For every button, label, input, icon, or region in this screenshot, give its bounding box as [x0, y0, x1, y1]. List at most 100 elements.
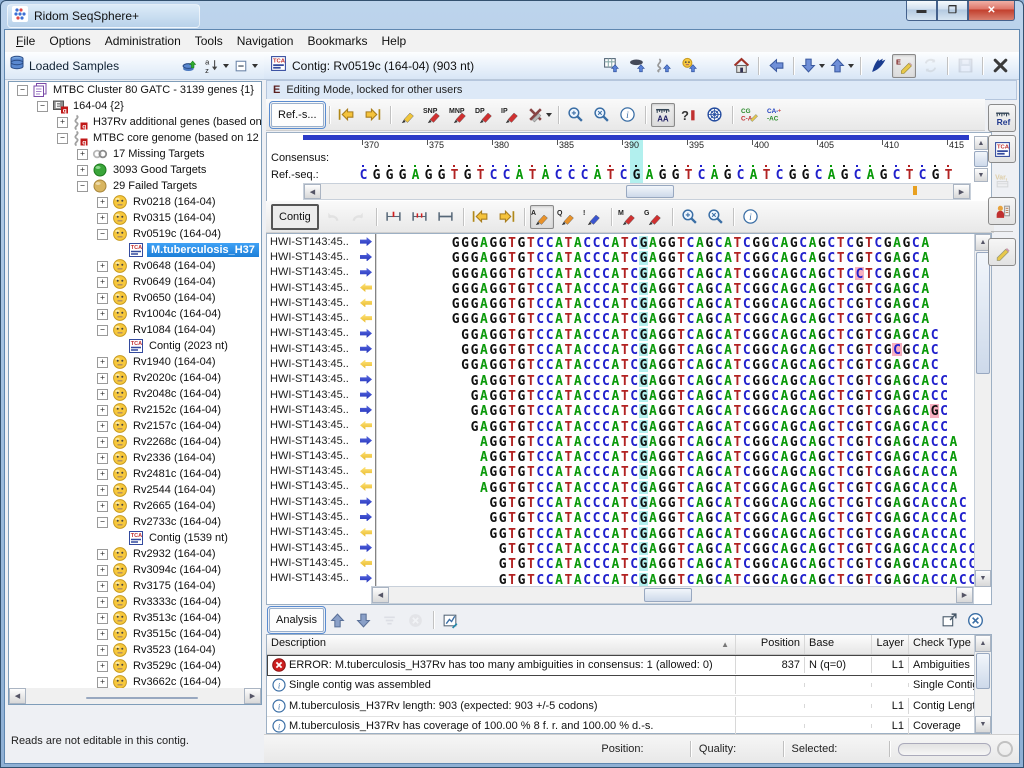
read-row[interactable]: HWI-ST143:45..AGGTGTCCATACCCATCGAGGTCAGC…: [267, 463, 991, 478]
tree-expander-icon[interactable]: +: [97, 549, 108, 560]
read-row[interactable]: HWI-ST143:45..GAGGTGTCCATACCCATCGAGGTCAG…: [267, 402, 991, 417]
read-row[interactable]: HWI-ST143:45..GGGAGGTGTCCATACCCATCGAGGTC…: [267, 234, 991, 249]
read-name[interactable]: HWI-ST143:45..: [267, 448, 377, 463]
scroll-right-icon[interactable]: ▶: [953, 184, 970, 199]
alignment-vertical-scrollbar[interactable]: ▲ ▼: [974, 234, 991, 587]
sync-icon[interactable]: [918, 54, 942, 78]
zoom-out-icon[interactable]: [704, 205, 728, 229]
nav-down-icon[interactable]: [799, 54, 826, 78]
scrollbar-thumb[interactable]: [974, 151, 988, 167]
tree-expander-icon[interactable]: +: [97, 565, 108, 576]
menu-item-bookmarks[interactable]: Bookmarks: [300, 32, 374, 50]
scroll-left-icon[interactable]: ◀: [9, 688, 26, 704]
g-pen-icon[interactable]: G: [643, 205, 667, 229]
a-pen-icon[interactable]: A: [530, 205, 554, 229]
next-diff-icon[interactable]: [361, 103, 385, 127]
read-row[interactable]: HWI-ST143:45..GGAGGTGTCCATACCCATCGAGGTCA…: [267, 326, 991, 341]
tree-expander-icon[interactable]: +: [97, 485, 108, 496]
read-name[interactable]: HWI-ST143:45..: [267, 433, 377, 448]
filter-icon[interactable]: [378, 608, 402, 632]
up-icon[interactable]: [326, 608, 350, 632]
close-icon[interactable]: [988, 54, 1012, 78]
tree-expander-icon[interactable]: +: [97, 389, 108, 400]
ip-pen-icon[interactable]: IP: [500, 103, 524, 127]
analysis-table-row[interactable]: iM.tuberculosis_H37Rv length: 903 (expec…: [267, 696, 991, 717]
menu-item-administration[interactable]: Administration: [98, 32, 188, 50]
tree-item[interactable]: −Rv1084 (164-04): [9, 322, 261, 338]
read-sequence[interactable]: GGGAGGTGTCCATACCCATCGAGGTCAGCATCGGCAGCAG…: [377, 265, 991, 280]
read-row[interactable]: HWI-ST143:45..GAGGTGTCCATACCCATCGAGGTCAG…: [267, 387, 991, 402]
read-name[interactable]: HWI-ST143:45..: [267, 387, 377, 402]
tree-item[interactable]: −Rv2733c (164-04): [9, 514, 261, 530]
read-name[interactable]: HWI-ST143:45..: [267, 356, 377, 371]
consensus-edit-icon[interactable]: CGC-A: [738, 103, 762, 127]
down-icon[interactable]: [352, 608, 376, 632]
tree-item[interactable]: +Rv2048c (164-04): [9, 386, 261, 402]
codon-wheel-icon[interactable]: [703, 103, 727, 127]
table-vertical-scrollbar[interactable]: ▲ ▼: [974, 635, 991, 733]
tree-expander-icon[interactable]: +: [77, 165, 88, 176]
read-name[interactable]: HWI-ST143:45..: [267, 326, 377, 341]
read-row[interactable]: HWI-ST143:45..GGGAGGTGTCCATACCCATCGAGGTC…: [267, 295, 991, 310]
read-sequence[interactable]: GGTGTCCATACCCATCGAGGTCAGCATCGGCAGCAGCTCG…: [377, 494, 991, 509]
menu-item-file[interactable]: File: [9, 32, 42, 50]
read-row[interactable]: HWI-ST143:45..AGGTGTCCATACCCATCGAGGTCAGC…: [267, 433, 991, 448]
zoom-in-icon[interactable]: [564, 103, 588, 127]
column-header-base[interactable]: Base: [805, 635, 872, 654]
tree-item[interactable]: +Rv2932 (164-04): [9, 546, 261, 562]
read-row[interactable]: HWI-ST143:45..GGGAGGTGTCCATACCCATCGAGGTC…: [267, 265, 991, 280]
read-sequence[interactable]: GAGGTGTCCATACCCATCGAGGTCAGCATCGGCAGCAGCT…: [377, 372, 991, 387]
tree-item[interactable]: +Rv2481c (164-04): [9, 466, 261, 482]
tree-item[interactable]: +Rv3515c (164-04): [9, 626, 261, 642]
read-row[interactable]: HWI-ST143:45..GGTGTCCATACCCATCGAGGTCAGCA…: [267, 525, 991, 540]
read-row[interactable]: HWI-ST143:45..GGAGGTGTCCATACCCATCGAGGTCA…: [267, 356, 991, 371]
tree-item[interactable]: +Rv0650 (164-04): [9, 290, 261, 306]
scrollbar-thumb[interactable]: [976, 653, 990, 689]
tree-expander-icon[interactable]: −: [97, 517, 108, 528]
scrollbar-thumb[interactable]: [976, 252, 990, 374]
read-name[interactable]: HWI-ST143:45..: [267, 509, 377, 524]
read-row[interactable]: HWI-ST143:45..GGGAGGTGTCCATACCCATCGAGGTC…: [267, 280, 991, 295]
minimize-button[interactable]: ▬: [906, 1, 937, 21]
scroll-left-icon[interactable]: ◀: [372, 587, 389, 603]
tree-expander-icon[interactable]: +: [97, 677, 108, 688]
tree-expander-icon[interactable]: +: [97, 293, 108, 304]
export-sample-icon[interactable]: [677, 54, 701, 78]
ref-seq-button[interactable]: Ref.-s...: [271, 103, 324, 127]
tree-expander-icon[interactable]: +: [97, 261, 108, 272]
tree-expander-icon[interactable]: +: [97, 213, 108, 224]
read-name[interactable]: HWI-ST143:45..: [267, 265, 377, 280]
tree-expander-icon[interactable]: +: [97, 645, 108, 656]
tree-item[interactable]: +Rv0649 (164-04): [9, 274, 261, 290]
tree-expander-icon[interactable]: −: [17, 85, 28, 96]
tree-expander-icon[interactable]: +: [97, 197, 108, 208]
tree-expander-icon[interactable]: +: [97, 661, 108, 672]
tree-expander-icon[interactable]: −: [97, 325, 108, 336]
tree-expander-icon[interactable]: +: [97, 469, 108, 480]
read-sequence[interactable]: GTGTCCATACCCATCGAGGTCAGCATCGGCAGCAGCTCGT…: [377, 555, 991, 570]
read-sequence[interactable]: GGTGTCCATACCCATCGAGGTCAGCATCGGCAGCAGCTCG…: [377, 525, 991, 540]
column-header-description[interactable]: Description▲: [267, 635, 736, 654]
highlight-pen-icon[interactable]: [396, 103, 420, 127]
read-row[interactable]: HWI-ST143:45..GTGTCCATACCCATCGAGGTCAGCAT…: [267, 571, 991, 586]
tree-item[interactable]: +Rv3094c (164-04): [9, 562, 261, 578]
tree-horizontal-scrollbar[interactable]: ◀ ▶: [8, 688, 262, 705]
tree-item[interactable]: +Rv0315 (164-04): [9, 210, 261, 226]
tree-item[interactable]: +Rv2268c (164-04): [9, 434, 261, 450]
read-name[interactable]: HWI-ST143:45..: [267, 402, 377, 417]
tree-item[interactable]: −Rv0519c (164-04): [9, 226, 261, 242]
tree-item[interactable]: +qH37Rv additional genes (based on: [9, 114, 261, 130]
tree-expander-icon[interactable]: −: [97, 229, 108, 240]
warn-pen-icon[interactable]: !: [582, 205, 606, 229]
analysis-button[interactable]: Analysis: [269, 608, 324, 632]
contig-panel-icon[interactable]: TCA: [988, 135, 1016, 163]
tree-item[interactable]: +Rv3333c (164-04): [9, 594, 261, 610]
zoom-out-icon[interactable]: [590, 103, 614, 127]
read-name[interactable]: HWI-ST143:45..: [267, 341, 377, 356]
tree-expander-icon[interactable]: +: [57, 117, 68, 128]
tree-expander-icon[interactable]: +: [97, 597, 108, 608]
read-name[interactable]: HWI-ST143:45..: [267, 494, 377, 509]
read-sequence[interactable]: GGGAGGTGTCCATACCCATCGAGGTCAGCATCGGCAGCAG…: [377, 234, 991, 249]
tree-item[interactable]: +Rv2020c (164-04): [9, 370, 261, 386]
tree-expander-icon[interactable]: +: [97, 453, 108, 464]
